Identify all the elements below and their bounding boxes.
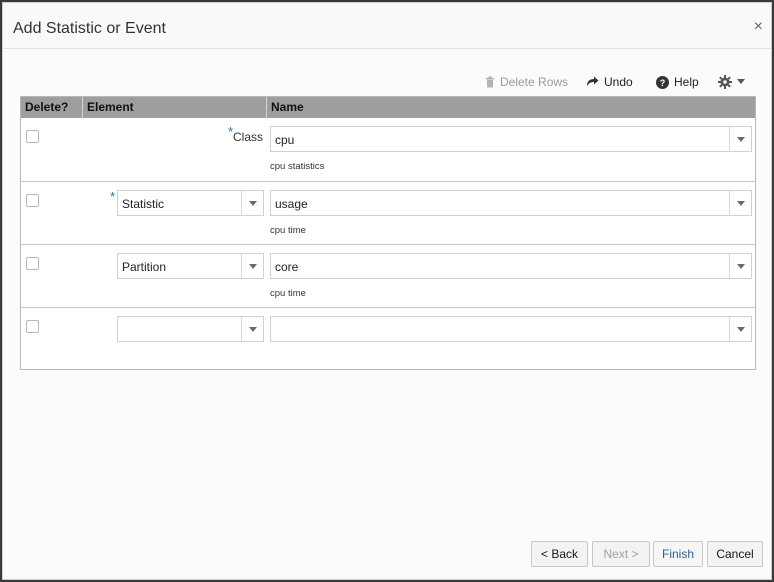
chevron-down-icon: [737, 79, 745, 84]
add-statistic-dialog: Add Statistic or Event × Delete Rows Und…: [2, 2, 772, 580]
chevron-down-icon[interactable]: [729, 317, 751, 341]
undo-button[interactable]: Undo: [585, 72, 633, 92]
required-indicator: *: [110, 189, 116, 204]
gear-icon: [718, 75, 732, 89]
delete-checkbox[interactable]: [26, 194, 39, 207]
finish-button[interactable]: Finish: [653, 541, 703, 567]
close-icon[interactable]: ×: [754, 19, 763, 35]
svg-text:?: ?: [660, 78, 666, 88]
help-icon: ?: [656, 75, 669, 89]
element-select-statistic[interactable]: Statistic: [117, 190, 264, 216]
column-header-delete: Delete?: [21, 97, 83, 118]
chevron-down-icon[interactable]: [729, 127, 751, 151]
chevron-down-icon[interactable]: [241, 254, 263, 278]
dialog-header: Add Statistic or Event ×: [3, 3, 771, 49]
grid-row-statistic: * Statistic usage cpu time: [21, 182, 755, 245]
name-select-partition[interactable]: core: [270, 253, 752, 279]
name-description: cpu statistics: [270, 161, 325, 172]
column-header-name: Name: [271, 100, 304, 114]
grid-header: Delete? Element Name: [21, 97, 755, 118]
next-button[interactable]: Next >: [592, 541, 650, 567]
delete-checkbox[interactable]: [26, 130, 39, 143]
name-select-empty[interactable]: [270, 316, 752, 342]
name-description: cpu time: [270, 288, 306, 299]
grid-row-empty: [21, 308, 755, 370]
name-select-value: core: [275, 260, 299, 274]
delete-rows-button[interactable]: Delete Rows: [485, 72, 568, 92]
grid-row-class: * Class cpu cpu statistics: [21, 118, 755, 182]
chevron-down-icon[interactable]: [729, 254, 751, 278]
element-select-value: Partition: [122, 260, 167, 274]
name-select-statistic[interactable]: usage: [270, 190, 752, 216]
chevron-down-icon[interactable]: [729, 191, 751, 215]
name-select-value: cpu: [275, 133, 295, 147]
chevron-down-icon[interactable]: [241, 317, 263, 341]
name-select-class[interactable]: cpu: [270, 126, 752, 152]
dialog-title: Add Statistic or Event: [13, 20, 166, 37]
help-button[interactable]: ? Help: [656, 72, 699, 92]
back-button[interactable]: < Back: [531, 541, 588, 567]
chevron-down-icon[interactable]: [241, 191, 263, 215]
trash-icon: [486, 76, 494, 88]
name-description: cpu time: [270, 225, 306, 236]
delete-checkbox[interactable]: [26, 320, 39, 333]
undo-label: Undo: [604, 75, 633, 89]
delete-checkbox[interactable]: [26, 257, 39, 270]
settings-menu-button[interactable]: [718, 72, 745, 92]
element-select-value: Statistic: [122, 197, 165, 211]
undo-icon: [587, 76, 599, 86]
grid-row-partition: Partition core cpu time: [21, 245, 755, 308]
element-select-empty[interactable]: [117, 316, 264, 342]
name-select-value: usage: [275, 197, 308, 211]
element-label-class: Class: [232, 130, 263, 144]
toolbar: Delete Rows Undo ? Help: [3, 72, 773, 92]
statistics-grid: Delete? Element Name * Class cpu cpu sta…: [20, 96, 756, 370]
column-header-element: Element: [83, 97, 267, 118]
help-label: Help: [674, 75, 699, 89]
delete-rows-label: Delete Rows: [500, 75, 569, 89]
element-select-partition[interactable]: Partition: [117, 253, 264, 279]
cancel-button[interactable]: Cancel: [707, 541, 763, 567]
